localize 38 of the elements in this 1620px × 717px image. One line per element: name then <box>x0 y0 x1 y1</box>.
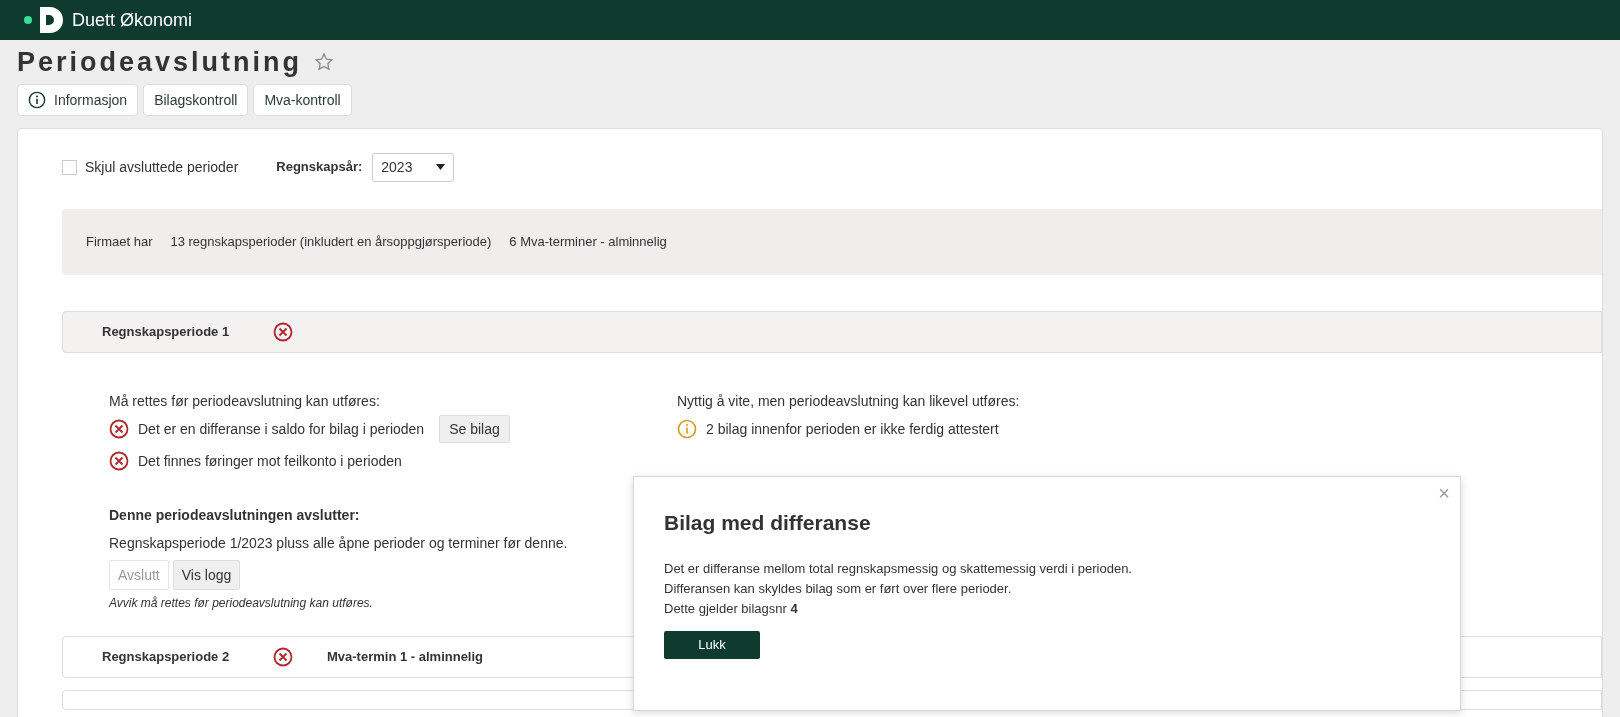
info-icon <box>28 91 46 109</box>
dialog-text: Det er differanse mellom total regnskapsmessig og skattemessig verdi i perioden. <box>664 559 1133 578</box>
error-icon <box>109 419 129 439</box>
star-icon[interactable] <box>314 52 335 72</box>
closes-text: Regnskapsperiode 1/2023 pluss alle åpne perioder og terminer før denne. <box>109 534 569 553</box>
error-icon <box>273 647 293 667</box>
period-title: Regnskapsperiode 1 <box>102 323 231 342</box>
info-icon <box>677 419 697 439</box>
dialog-text: Differansen kan skyldes bilag som er ført over flere perioder. <box>664 579 1013 598</box>
toolbar-button[interactable]: Mva-kontroll <box>253 84 352 116</box>
section-heading: Må rettes før periodeavslutning kan utføres: <box>109 391 381 411</box>
action-button[interactable]: Vis logg <box>172 560 241 590</box>
error-icon <box>109 451 129 471</box>
view-button[interactable]: Se bilag <box>439 415 510 443</box>
period-title: Regnskapsperiode 2 <box>102 648 231 667</box>
toolbar-button[interactable]: Bilagskontroll <box>143 84 249 116</box>
summary-label: Firmaet har <box>86 233 153 252</box>
year-select[interactable]: 2023 <box>372 152 455 182</box>
toolbar-button[interactable]: Informasjon <box>17 84 139 116</box>
info-text: 2 bilag innenfor perioden er ikke ferdig attestert <box>706 419 999 439</box>
dialog-title: Bilag med differanse <box>664 510 872 536</box>
issue-text: Det finnes føringer mot feilkonto i perioden <box>138 451 402 471</box>
summary-item: 13 regnskapsperioder (inkludert en årsoppgjørsperiode) <box>170 233 492 252</box>
term-title: Mva-termin 1 - alminnelig <box>327 648 484 667</box>
checkbox-label: Skjul avsluttede perioder <box>85 157 239 177</box>
year-label: Regnskapsår: <box>276 158 363 177</box>
issue-text: Det er en differanse i saldo for bilag i perioden <box>138 419 425 439</box>
page-title: Periodeavslutning <box>17 45 303 79</box>
period-header[interactable]: Regnskapsperiode 1 <box>62 311 1602 353</box>
summary-item: 6 Mva-terminer - alminnelig <box>509 233 667 252</box>
checkbox[interactable] <box>62 159 77 175</box>
error-icon <box>273 322 293 342</box>
app-name: Duett Økonomi <box>72 8 193 32</box>
caret-icon <box>436 164 446 170</box>
dialog-text: Dette gjelder bilagsnr 4 <box>664 599 799 618</box>
section-heading: Nyttig å vite, men periodeavslutning kan likevel utføres: <box>677 391 1020 411</box>
close-dialog-button[interactable]: Lukk <box>664 630 760 659</box>
logo-icon <box>24 7 64 33</box>
